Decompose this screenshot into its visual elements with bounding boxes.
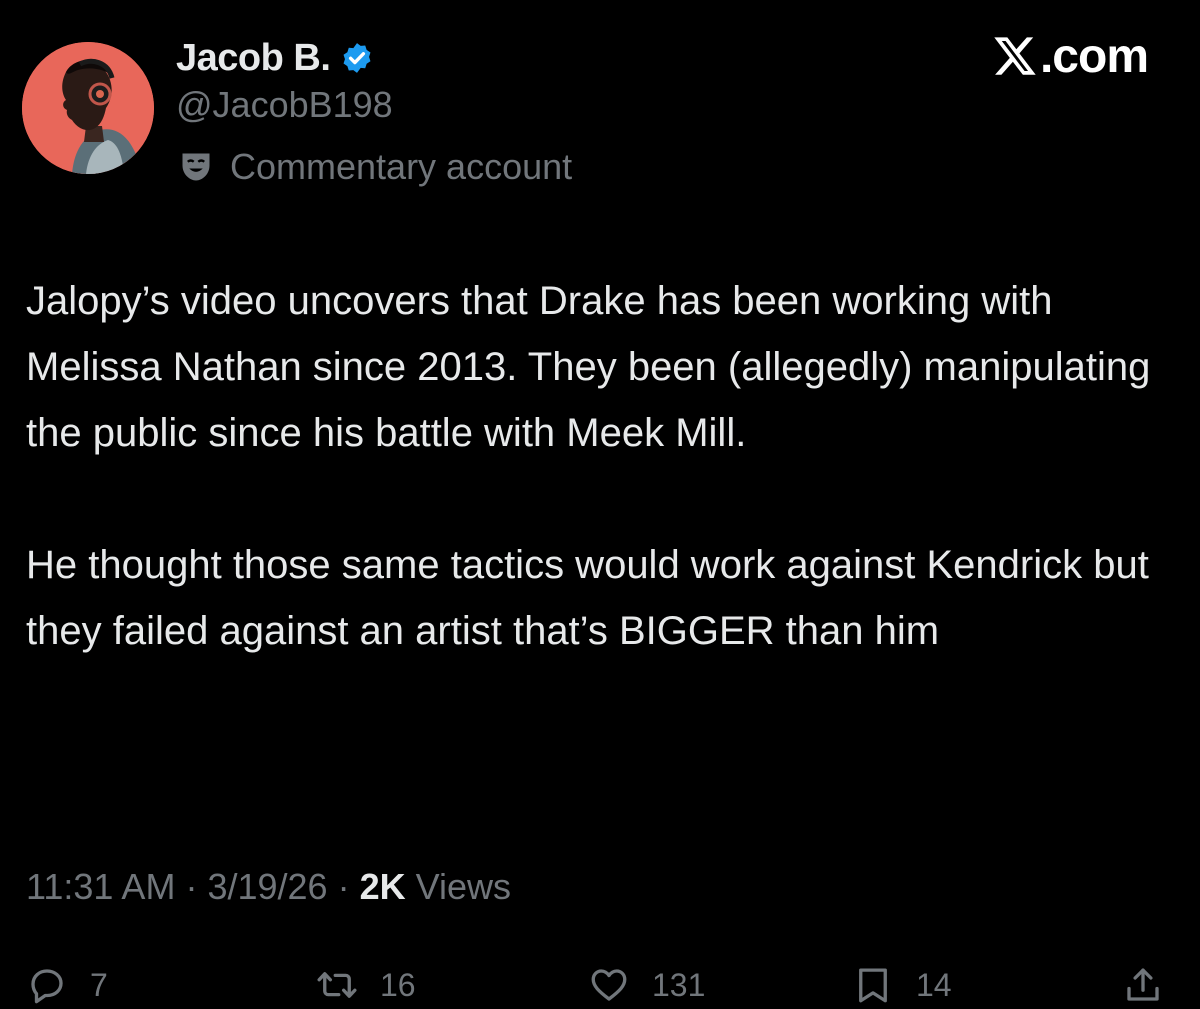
account-label-text: Commentary account [230, 146, 573, 187]
action-bar: 7 16 131 14 [0, 958, 1200, 1009]
tweet-meta: 11:31 AM · 3/19/26 · 2K Views [26, 866, 511, 908]
theater-mask-icon [182, 153, 210, 181]
reply-icon [31, 969, 63, 1004]
author-handle[interactable]: @JacobB198 [176, 84, 393, 126]
author-display-name[interactable]: Jacob B. [176, 37, 331, 80]
heart-icon [591, 969, 627, 1001]
tweet-time[interactable]: 11:31 AM [26, 866, 175, 908]
avatar[interactable] [22, 42, 154, 174]
meta-separator: · [337, 866, 350, 907]
tweet: Jacob B. @JacobB198 Commentary account .… [0, 0, 1200, 1009]
meta-separator: · [185, 866, 198, 907]
bookmark-count: 14 [916, 967, 952, 1003]
brand-text: .com [1039, 29, 1149, 83]
reply-count: 7 [90, 967, 108, 1003]
tweet-date[interactable]: 3/19/26 [207, 866, 327, 908]
reply-button[interactable]: 7 [26, 964, 108, 1006]
author-name-row: Jacob B. [176, 34, 374, 82]
views-label: Views [415, 866, 511, 907]
repost-icon [317, 972, 357, 998]
bookmark-icon [859, 968, 887, 1003]
account-label[interactable]: Commentary account [178, 145, 572, 189]
bookmark-button[interactable]: 14 [852, 964, 952, 1006]
share-button[interactable] [1122, 964, 1164, 1006]
like-button[interactable]: 131 [588, 964, 705, 1006]
verified-badge-icon[interactable] [340, 41, 374, 75]
share-icon [1127, 968, 1159, 1001]
brand-watermark: .com [991, 29, 1149, 83]
like-count: 131 [652, 967, 706, 1003]
tweet-body: Jalopy’s video uncovers that Drake has b… [26, 268, 1176, 664]
repost-button[interactable]: 16 [316, 964, 416, 1006]
tweet-paragraph: Jalopy’s video uncovers that Drake has b… [26, 279, 1151, 455]
views-count[interactable]: 2K [360, 866, 406, 908]
x-logo-icon [994, 37, 1036, 75]
avatar-image [22, 42, 154, 174]
tweet-paragraph: He thought those same tactics would work… [26, 543, 1149, 653]
repost-count: 16 [380, 967, 416, 1003]
